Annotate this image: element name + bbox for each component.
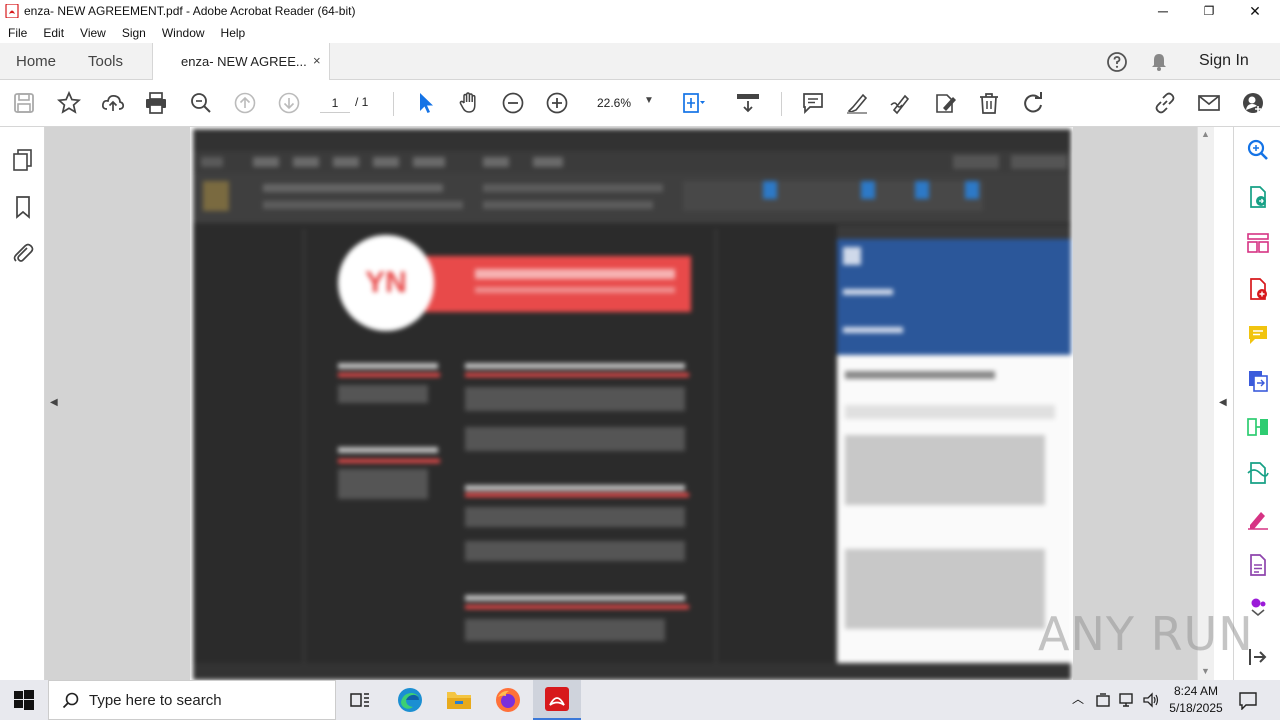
create-pdf-icon[interactable]: [1246, 277, 1270, 301]
menu-sign[interactable]: Sign: [114, 26, 154, 40]
highlight-pen-icon[interactable]: [845, 91, 869, 115]
tab-document-label: enza- NEW AGREE...: [181, 54, 307, 69]
protect-document-icon[interactable]: [1246, 553, 1270, 577]
taskbar-clock[interactable]: 8:24 AM 5/18/2025: [1166, 683, 1226, 717]
scroll-mode-icon[interactable]: [736, 91, 760, 115]
anyrun-watermark: ANY RUN: [1038, 607, 1254, 661]
tab-tools[interactable]: Tools: [88, 53, 123, 70]
page-thumbnails-icon[interactable]: [11, 148, 35, 172]
file-explorer-folder-icon: [447, 692, 471, 709]
acrobat-reader-icon: [545, 687, 569, 711]
acrobat-taskbar-button[interactable]: [533, 680, 581, 720]
edge-browser-icon: [398, 688, 422, 712]
menu-help[interactable]: Help: [213, 26, 254, 40]
file-explorer-taskbar-button[interactable]: [435, 680, 483, 720]
acrobat-app-icon: [5, 4, 19, 18]
task-view-button[interactable]: [336, 680, 384, 720]
left-navigation-pane: [0, 127, 45, 680]
show-hidden-icons-button[interactable]: ︿: [1072, 690, 1084, 707]
zoom-dropdown-icon[interactable]: ▼: [644, 95, 654, 106]
menu-file[interactable]: File: [0, 26, 35, 40]
help-icon[interactable]: [1106, 51, 1128, 73]
windows-logo-icon: [14, 690, 34, 710]
search-placeholder: Type here to search: [89, 692, 222, 709]
page-total: / 1: [355, 95, 369, 109]
tab-home[interactable]: Home: [16, 53, 56, 70]
window-title: enza- NEW AGREEMENT.pdf - Adobe Acrobat …: [24, 4, 356, 18]
tab-document[interactable]: enza- NEW AGREE... ×: [152, 43, 330, 81]
select-cursor-icon[interactable]: [414, 91, 438, 115]
menu-bar: File Edit View Sign Window Help: [0, 22, 1280, 43]
export-pdf-icon[interactable]: [1246, 185, 1270, 209]
volume-icon[interactable]: [1142, 692, 1160, 708]
hand-tool-icon[interactable]: [457, 91, 481, 115]
add-user-icon[interactable]: [1241, 91, 1265, 115]
menu-edit[interactable]: Edit: [35, 26, 72, 40]
comment-icon[interactable]: [801, 91, 825, 115]
attachments-paperclip-icon[interactable]: [11, 241, 35, 265]
upload-cloud-icon[interactable]: [101, 91, 125, 115]
onedrive-sync-icon[interactable]: [1095, 692, 1111, 708]
draw-freehand-icon[interactable]: [889, 91, 913, 115]
firefox-taskbar-button[interactable]: [484, 680, 532, 720]
network-icon[interactable]: [1118, 692, 1136, 708]
tab-bar: Home Tools enza- NEW AGREE... × Sign In: [0, 43, 1280, 81]
minimize-button[interactable]: ─: [1140, 0, 1186, 22]
zoom-search-icon[interactable]: [189, 91, 213, 115]
start-button[interactable]: [0, 680, 48, 720]
notification-bell-icon[interactable]: [1150, 52, 1168, 72]
sign-in-link[interactable]: Sign In: [1199, 52, 1249, 70]
bookmarks-icon[interactable]: [11, 195, 35, 219]
next-page-icon[interactable]: [277, 91, 301, 115]
close-tab-button[interactable]: ×: [313, 53, 321, 68]
previous-page-icon[interactable]: [233, 91, 257, 115]
fill-sign-icon[interactable]: [933, 91, 957, 115]
maximize-button[interactable]: ❐: [1186, 0, 1232, 22]
blurred-page-content: YN: [193, 129, 1071, 680]
scroll-down-icon[interactable]: ▼: [1201, 666, 1210, 676]
zoom-out-icon[interactable]: [501, 91, 525, 115]
edge-taskbar-button[interactable]: [386, 680, 434, 720]
clock-time: 8:24 AM: [1173, 684, 1219, 698]
fit-page-icon[interactable]: [681, 91, 705, 115]
rotate-icon[interactable]: [1021, 91, 1045, 115]
action-center-notification-icon[interactable]: [1238, 690, 1258, 710]
zoom-in-icon[interactable]: [545, 91, 569, 115]
toolbar-divider: [781, 92, 782, 116]
menu-view[interactable]: View: [72, 26, 114, 40]
organize-pages-icon[interactable]: [1246, 231, 1270, 255]
print-icon[interactable]: [144, 91, 168, 115]
save-icon[interactable]: [12, 91, 36, 115]
pdf-page[interactable]: YN: [190, 127, 1073, 680]
email-icon[interactable]: [1197, 91, 1221, 115]
search-tool-icon[interactable]: [1246, 138, 1270, 162]
taskbar-search-box[interactable]: Type here to search: [48, 680, 336, 720]
comment-tool-icon[interactable]: [1246, 323, 1270, 347]
share-link-icon[interactable]: [1153, 91, 1177, 115]
main-toolbar: 1 / 1 22.6% ▼: [0, 80, 1280, 127]
fill-and-sign-icon[interactable]: [1246, 507, 1270, 531]
toolbar-divider: [393, 92, 394, 116]
firefox-browser-icon: [496, 688, 520, 712]
windows-taskbar: Type here to search ︿ 8:24 AM 5/18/2025: [0, 680, 1280, 720]
zoom-level[interactable]: 22.6%: [597, 96, 631, 110]
combine-files-icon[interactable]: [1246, 369, 1270, 393]
title-bar: enza- NEW AGREEMENT.pdf - Adobe Acrobat …: [0, 0, 1280, 22]
vertical-scrollbar[interactable]: ▲ ▼: [1197, 127, 1214, 680]
right-tools-pane: [1233, 127, 1280, 680]
scroll-up-icon[interactable]: ▲: [1201, 129, 1210, 139]
bookmark-star-icon[interactable]: [57, 91, 81, 115]
close-window-button[interactable]: ✕: [1232, 0, 1278, 22]
resume-initials: YN: [365, 266, 407, 299]
collapse-right-pane-icon[interactable]: ◀: [1219, 397, 1227, 408]
search-icon: [62, 692, 79, 709]
page-number-input[interactable]: 1: [320, 93, 350, 113]
compress-pdf-icon[interactable]: [1246, 415, 1270, 439]
clock-date: 5/18/2025: [1169, 701, 1223, 715]
delete-trash-icon[interactable]: [977, 91, 1001, 115]
collapse-left-pane-icon[interactable]: ◀: [50, 397, 58, 408]
task-view-icon: [350, 693, 369, 707]
scan-ocr-icon[interactable]: [1246, 461, 1270, 485]
menu-window[interactable]: Window: [154, 26, 213, 40]
